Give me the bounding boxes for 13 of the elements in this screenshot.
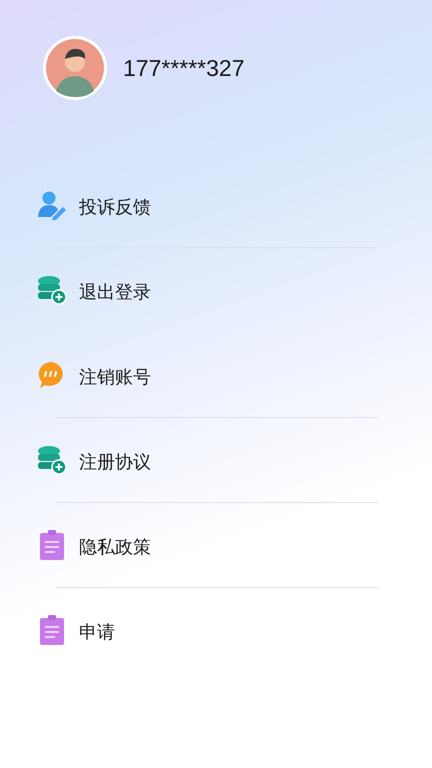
menu-item[interactable]: 注销账号 xyxy=(79,361,151,389)
menu-item[interactable]: 投诉反馈 xyxy=(79,191,151,219)
clipboard-icon xyxy=(37,530,67,560)
menu-item[interactable]: 退出登录 xyxy=(79,276,151,304)
person-edit-icon xyxy=(37,190,67,220)
clipboard-icon xyxy=(37,615,67,645)
database-plus-icon xyxy=(37,275,67,305)
menu-item[interactable]: 注册协议 xyxy=(79,446,151,474)
menu-item[interactable]: 隐私政策 xyxy=(79,531,151,559)
database-plus-icon xyxy=(37,445,67,475)
avatar xyxy=(42,35,108,101)
phone-number: 177*****327 xyxy=(123,54,245,82)
menu-item[interactable]: 申请 xyxy=(79,616,115,644)
